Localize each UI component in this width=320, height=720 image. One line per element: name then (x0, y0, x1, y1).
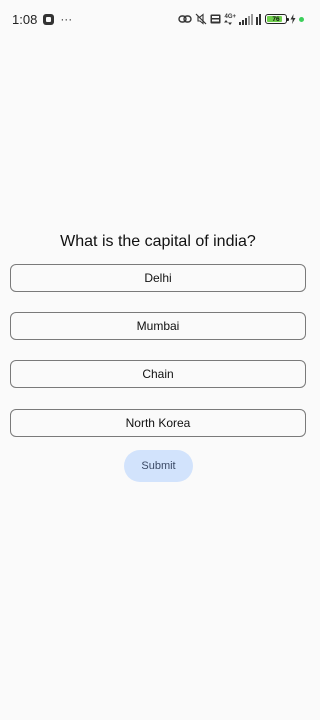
option-button-delhi[interactable]: Delhi (10, 264, 306, 292)
status-right: 4G+ 76 (178, 13, 304, 25)
privacy-dot-icon (299, 16, 304, 22)
option-button-north-korea[interactable]: North Korea (10, 409, 306, 437)
volte-icon (210, 14, 221, 24)
app-badge-icon (43, 13, 55, 25)
network-type: 4G+ (224, 14, 236, 25)
signal-icon (239, 13, 253, 25)
status-left: 1:08 ··· (12, 12, 72, 27)
charging-icon (290, 14, 296, 24)
status-time: 1:08 (12, 11, 38, 27)
option-button-mumbai[interactable]: Mumbai (10, 312, 306, 340)
question-text: What is the capital of india? (60, 233, 256, 250)
battery-icon: 76 (265, 14, 289, 24)
submit-button[interactable]: Submit (124, 450, 193, 482)
option-button-chain[interactable]: Chain (10, 360, 306, 388)
more-notifications-icon: ··· (60, 12, 73, 26)
signal-2-icon (256, 13, 261, 25)
battery-percent: 76 (272, 15, 280, 23)
status-bar: 1:08 ··· 4G+ 76 (0, 0, 316, 38)
link-icon (178, 15, 193, 23)
data-arrows-icon (224, 19, 233, 25)
mute-icon (196, 13, 207, 25)
